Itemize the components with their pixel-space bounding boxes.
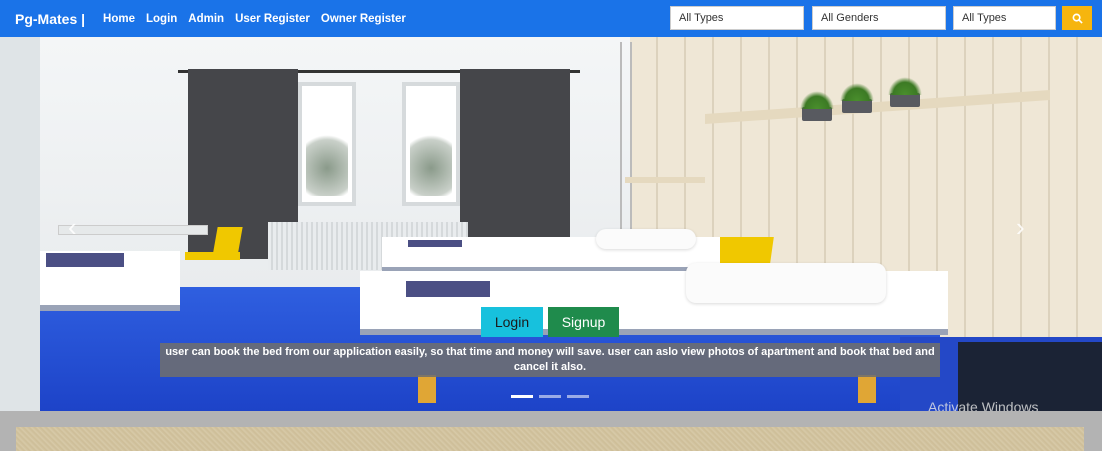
photo-towel: [46, 253, 124, 267]
photo-bed-leg: [418, 375, 436, 403]
carousel-indicators: [511, 395, 589, 398]
brand-logo[interactable]: Pg-Mates |: [15, 11, 85, 27]
photo-window: [298, 82, 356, 206]
photo-plant: [800, 91, 834, 121]
photo-chair: [714, 237, 774, 263]
nav-user-register[interactable]: User Register: [235, 13, 310, 25]
carousel-indicator-1[interactable]: [511, 395, 533, 398]
photo-shelf: [625, 177, 705, 183]
photo-window: [402, 82, 460, 206]
gender-filter-select[interactable]: All Genders: [812, 6, 946, 30]
photo-bed-leg: [858, 375, 876, 403]
nav-login[interactable]: Login: [146, 13, 177, 25]
top-navbar: Pg-Mates | Home Login Admin User Registe…: [0, 0, 1102, 37]
photo-pillow: [686, 263, 886, 303]
activate-windows-watermark: Activate Windows: [928, 399, 1039, 411]
photo-plant: [840, 83, 874, 113]
carousel-caption: user can book the bed from our applicati…: [160, 343, 940, 377]
carousel-next-icon[interactable]: ›: [1016, 212, 1025, 243]
photo-plant: [888, 77, 922, 107]
photo-curtain: [460, 69, 570, 237]
photo-pillow: [596, 229, 696, 249]
photo-pipe: [620, 42, 632, 242]
photo-towel: [406, 281, 490, 297]
nav-admin[interactable]: Admin: [188, 13, 224, 25]
photo-chair-back: [212, 227, 243, 257]
room-type-filter-select[interactable]: All Types: [953, 6, 1056, 30]
carousel-indicator-2[interactable]: [539, 395, 561, 398]
photo-wall-left: [0, 37, 40, 411]
hero-carousel: ‹ › Login Signup user can book the bed f…: [0, 37, 1102, 411]
carousel-indicator-3[interactable]: [567, 395, 589, 398]
search-button[interactable]: [1062, 6, 1092, 30]
hero-login-button[interactable]: Login: [481, 307, 543, 337]
photo-towel: [408, 240, 462, 247]
search-icon: [1072, 13, 1083, 24]
textured-section: [16, 427, 1084, 451]
type-filter-select[interactable]: All Types: [670, 6, 804, 30]
nav-home[interactable]: Home: [103, 13, 135, 25]
carousel-prev-icon[interactable]: ‹: [68, 212, 77, 243]
hero-signup-button[interactable]: Signup: [548, 307, 619, 337]
nav-owner-register[interactable]: Owner Register: [321, 13, 406, 25]
photo-desk: [58, 225, 208, 235]
